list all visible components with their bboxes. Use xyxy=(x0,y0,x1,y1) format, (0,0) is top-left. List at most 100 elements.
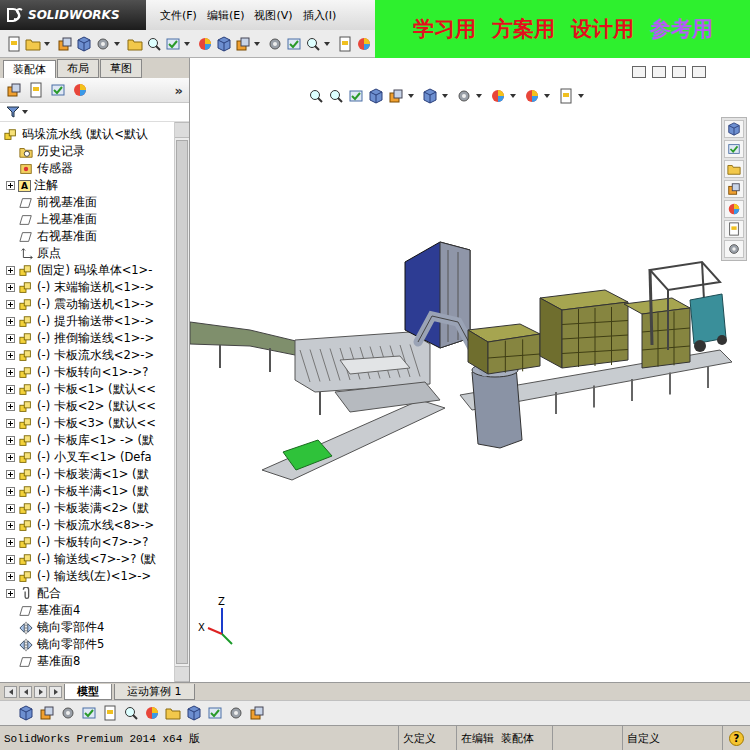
expand-toggle[interactable] xyxy=(6,283,15,292)
dropdown-arrow[interactable] xyxy=(22,110,28,114)
color-icon[interactable] xyxy=(72,82,88,98)
tree-item[interactable]: 配合 xyxy=(0,585,174,602)
tree-item[interactable]: 基准面4 xyxy=(0,602,174,619)
zoom-icon[interactable] xyxy=(123,705,139,721)
tree-item[interactable]: (-) 卡板流水线<2>-> xyxy=(0,347,174,364)
expand-toggle[interactable] xyxy=(6,538,15,547)
expand-toggle[interactable] xyxy=(6,436,15,445)
axis-triad[interactable]: ZX xyxy=(198,594,248,654)
open-icon[interactable] xyxy=(25,36,41,52)
tree-item[interactable]: (固定) 码垛单体<1>- xyxy=(0,262,174,279)
new-icon[interactable] xyxy=(558,88,574,104)
window-button[interactable] xyxy=(632,66,646,78)
tree-item[interactable]: 历史记录 xyxy=(0,143,174,160)
dropdown-arrow[interactable] xyxy=(324,42,330,46)
check-icon[interactable] xyxy=(50,82,66,98)
expand-toggle[interactable] xyxy=(6,487,15,496)
tree-item[interactable]: (-) 震动输送机<1>-> xyxy=(0,296,174,313)
tree-item[interactable]: A注解 xyxy=(0,177,174,194)
expand-toggle[interactable] xyxy=(6,453,15,462)
gear-icon[interactable] xyxy=(95,36,111,52)
part-icon[interactable] xyxy=(6,82,22,98)
part-icon[interactable] xyxy=(57,36,73,52)
task-pane-button[interactable] xyxy=(724,240,744,258)
cube-icon[interactable] xyxy=(422,88,438,104)
check-icon[interactable] xyxy=(727,142,741,156)
part-icon[interactable] xyxy=(727,182,741,196)
cube-icon[interactable] xyxy=(18,705,34,721)
expand-toggle[interactable] xyxy=(6,385,15,394)
tree-item[interactable]: 码垛流水线 (默认<默认 xyxy=(0,126,174,143)
open-icon[interactable] xyxy=(127,36,143,52)
zoom-icon[interactable] xyxy=(328,88,344,104)
cube-icon[interactable] xyxy=(76,36,92,52)
tree-item[interactable]: (-) 小叉车<1> (Defa xyxy=(0,449,174,466)
check-icon[interactable] xyxy=(81,705,97,721)
dropdown-arrow[interactable] xyxy=(442,94,448,98)
part-icon[interactable] xyxy=(249,705,265,721)
menu-item[interactable]: 插入(I) xyxy=(303,8,337,23)
scroll-up[interactable] xyxy=(175,122,189,138)
open-icon[interactable] xyxy=(727,162,741,176)
tree-item[interactable]: (-) 卡板半满<1> (默 xyxy=(0,483,174,500)
part-icon[interactable] xyxy=(388,88,404,104)
zoom-icon[interactable] xyxy=(308,88,324,104)
expand-toggle[interactable] xyxy=(6,317,15,326)
dropdown-arrow[interactable] xyxy=(408,94,414,98)
panel-tab[interactable]: 布局 xyxy=(57,59,99,78)
new-icon[interactable] xyxy=(6,36,22,52)
panel-tab[interactable]: 装配体 xyxy=(3,60,56,78)
dropdown-arrow[interactable] xyxy=(44,42,50,46)
check-icon[interactable] xyxy=(286,36,302,52)
task-pane-button[interactable] xyxy=(724,120,744,138)
panel-tab[interactable]: 草图 xyxy=(100,59,142,78)
more-button[interactable]: » xyxy=(175,83,183,98)
task-pane-button[interactable] xyxy=(724,200,744,218)
expand-toggle[interactable] xyxy=(6,351,15,360)
window-button[interactable] xyxy=(692,66,706,78)
cube-icon[interactable] xyxy=(368,88,384,104)
expand-toggle[interactable] xyxy=(6,181,15,190)
zoom-icon[interactable] xyxy=(305,36,321,52)
tree-item[interactable]: (-) 输送线<7>->? (默 xyxy=(0,551,174,568)
tree-item[interactable]: 原点 xyxy=(0,245,174,262)
menu-item[interactable]: 文件(F) xyxy=(160,8,197,23)
bottom-tab[interactable]: 模型 xyxy=(64,684,112,700)
cube-icon[interactable] xyxy=(727,122,741,136)
bottom-tab[interactable]: 运动算例 1 xyxy=(114,684,195,700)
dropdown-arrow[interactable] xyxy=(476,94,482,98)
tree-item[interactable]: (-) 卡板<1> (默认<< xyxy=(0,381,174,398)
task-pane-button[interactable] xyxy=(724,140,744,158)
check-icon[interactable] xyxy=(348,88,364,104)
tree-item[interactable]: (-) 卡板流水线<8>-> xyxy=(0,517,174,534)
tree-item[interactable]: (-) 推倒输送线<1>-> xyxy=(0,330,174,347)
color-icon[interactable] xyxy=(356,36,372,52)
help-icon[interactable]: ? xyxy=(729,731,744,746)
new-icon[interactable] xyxy=(102,705,118,721)
zoom-icon[interactable] xyxy=(146,36,162,52)
new-icon[interactable] xyxy=(337,36,353,52)
gear-icon[interactable] xyxy=(228,705,244,721)
expand-toggle[interactable] xyxy=(6,334,15,343)
expand-toggle[interactable] xyxy=(6,368,15,377)
tree-item[interactable]: 上视基准面 xyxy=(0,211,174,228)
task-pane-button[interactable] xyxy=(724,160,744,178)
expand-toggle[interactable] xyxy=(6,470,15,479)
tree-item[interactable]: 镜向零部件4 xyxy=(0,619,174,636)
tab-nav-last[interactable] xyxy=(49,686,62,698)
expand-toggle[interactable] xyxy=(6,504,15,513)
tab-nav-next[interactable] xyxy=(34,686,47,698)
dropdown-arrow[interactable] xyxy=(544,94,550,98)
expand-toggle[interactable] xyxy=(6,419,15,428)
dropdown-arrow[interactable] xyxy=(578,94,584,98)
window-button[interactable] xyxy=(652,66,666,78)
gear-icon[interactable] xyxy=(60,705,76,721)
gear-icon[interactable] xyxy=(456,88,472,104)
open-icon[interactable] xyxy=(165,705,181,721)
color-icon[interactable] xyxy=(727,202,741,216)
tree-item[interactable]: 传感器 xyxy=(0,160,174,177)
color-icon[interactable] xyxy=(490,88,506,104)
expand-toggle[interactable] xyxy=(6,521,15,530)
dropdown-arrow[interactable] xyxy=(510,94,516,98)
check-icon[interactable] xyxy=(207,705,223,721)
